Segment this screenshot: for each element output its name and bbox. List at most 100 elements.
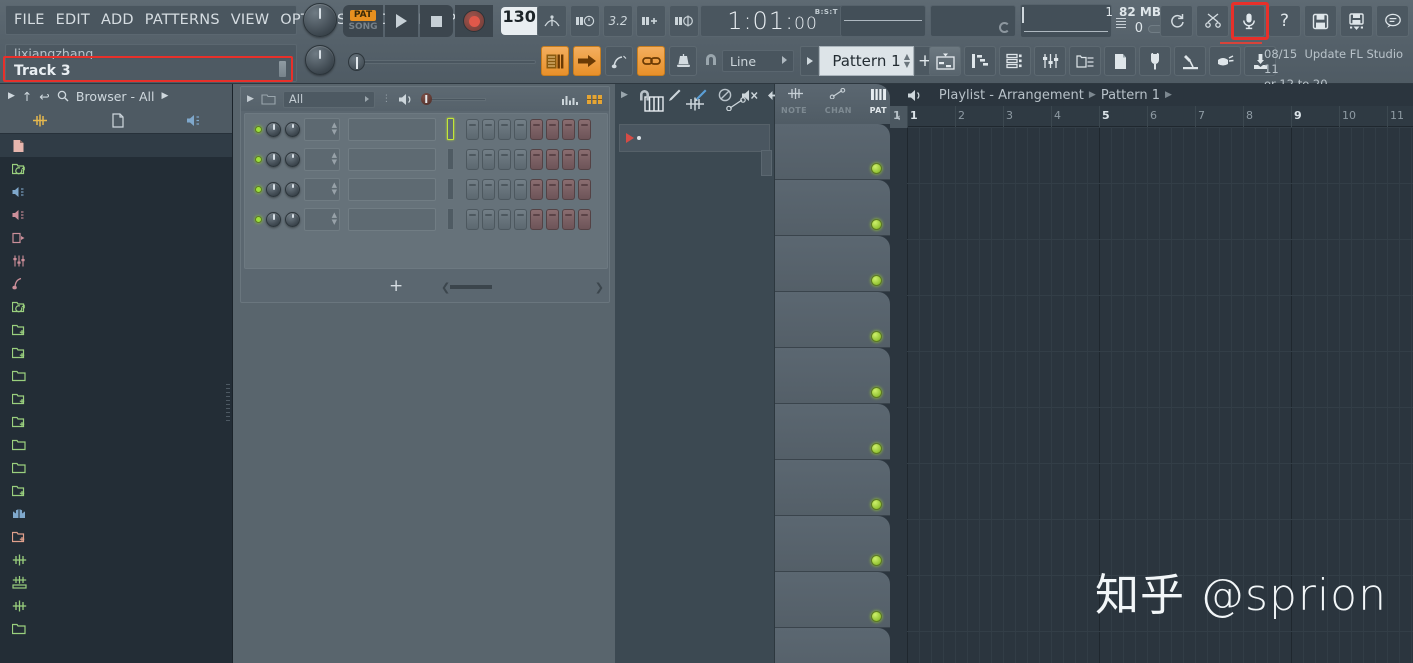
- note-mode-icon[interactable]: [787, 88, 804, 101]
- metronome-button[interactable]: [537, 5, 567, 37]
- channel-spinner-icon[interactable]: ▲ ▼: [332, 121, 337, 136]
- master-pitch-slider[interactable]: [346, 52, 536, 72]
- browser-menu-icon[interactable]: ▶: [162, 91, 169, 101]
- channel-spinner-icon[interactable]: ▲ ▼: [332, 211, 337, 226]
- scroll-left-icon[interactable]: ❮: [441, 281, 450, 294]
- menu-item-view[interactable]: VIEW: [231, 12, 270, 28]
- playlist-expand-icon[interactable]: ▶: [621, 90, 628, 100]
- picker-item[interactable]: [619, 124, 770, 152]
- browser-item-demo-projects[interactable]: [0, 341, 232, 364]
- menu-item-patterns[interactable]: PATTERNS: [145, 12, 220, 28]
- playlist-timeline-ruler[interactable]: 1 2 3 4 5 6 7 8 9 10 11: [907, 106, 1413, 127]
- step-button[interactable]: [530, 148, 543, 170]
- master-pitch-knob[interactable]: [303, 3, 337, 37]
- browser-scrollbar[interactable]: [226, 384, 230, 424]
- playlist-track-header[interactable]: [775, 460, 890, 516]
- step-button[interactable]: [578, 178, 591, 200]
- browser-item-list[interactable]: [0, 134, 232, 663]
- step-button[interactable]: [466, 148, 479, 170]
- save-button[interactable]: [1304, 5, 1337, 37]
- menu-item-edit[interactable]: EDIT: [56, 12, 90, 28]
- channel-led[interactable]: [255, 155, 262, 163]
- project-info-button[interactable]: [1104, 46, 1136, 76]
- playlist-magnet-icon[interactable]: [637, 88, 652, 102]
- browser-item-recent-files[interactable]: [0, 157, 232, 180]
- channel-select-bar[interactable]: [447, 148, 454, 170]
- pattern-spinner-icon[interactable]: ▲ ▼: [904, 53, 910, 69]
- browser-expand-icon[interactable]: ▶: [8, 91, 15, 101]
- hint-bubble-button[interactable]: [1376, 5, 1409, 37]
- channel-led[interactable]: [255, 125, 262, 133]
- step-button[interactable]: [482, 118, 495, 140]
- channel-name-button[interactable]: [348, 147, 436, 171]
- channel-pan-knob[interactable]: [266, 211, 281, 227]
- browser-item-impulses[interactable]: [0, 433, 232, 456]
- step-button[interactable]: [578, 148, 591, 170]
- browser-item-scores[interactable]: [0, 272, 232, 295]
- channel-number[interactable]: ▲ ▼: [304, 177, 340, 201]
- channel-number[interactable]: ▲ ▼: [304, 147, 340, 171]
- step-button[interactable]: [466, 208, 479, 230]
- step-button[interactable]: [546, 208, 559, 230]
- browser-item-sliced-audio[interactable]: [0, 594, 232, 617]
- chan-mode-icon[interactable]: [829, 88, 846, 101]
- playlist-window-button[interactable]: [929, 46, 961, 76]
- step-button[interactable]: [514, 178, 527, 200]
- step-button[interactable]: [562, 208, 575, 230]
- step-button[interactable]: [578, 118, 591, 140]
- pat-mode-icon[interactable]: [870, 88, 887, 101]
- step-arrow-button[interactable]: [573, 46, 601, 76]
- channel-select-bar[interactable]: [447, 178, 454, 200]
- step-button[interactable]: [498, 208, 511, 230]
- browser-item-backup[interactable]: [0, 295, 232, 318]
- playlist-track-header[interactable]: [775, 572, 890, 628]
- pattern-song-toggle[interactable]: PAT SONG: [343, 5, 383, 37]
- playlist-track-mode-tabs[interactable]: NOTE CHAN PAT: [775, 84, 890, 124]
- browser-item-misc[interactable]: [0, 456, 232, 479]
- track-mode-label-chan[interactable]: CHAN: [825, 106, 852, 115]
- playlist-track-header[interactable]: [775, 124, 890, 180]
- playlist-draw-icon[interactable]: [667, 88, 683, 103]
- track-enable-led[interactable]: [871, 219, 882, 230]
- slider-handle[interactable]: [348, 53, 365, 71]
- channel-volume-knob[interactable]: [285, 151, 300, 167]
- playlist-grid[interactable]: [907, 127, 1413, 663]
- menu-item-file[interactable]: FILE: [14, 12, 45, 28]
- track-enable-led[interactable]: [871, 331, 882, 342]
- slide-note-button[interactable]: [605, 46, 633, 76]
- plugin-picker-button[interactable]: [1139, 46, 1171, 76]
- channel-spinner-icon[interactable]: ▲ ▼: [332, 181, 337, 196]
- track-enable-led[interactable]: [871, 611, 882, 622]
- step-button[interactable]: [530, 208, 543, 230]
- step-button[interactable]: [498, 178, 511, 200]
- browser-item-my-projects[interactable]: [0, 479, 232, 502]
- channel-volume-knob[interactable]: [285, 211, 300, 227]
- snap-mode-dropdown[interactable]: Line: [722, 50, 794, 72]
- save-as-button[interactable]: [1340, 5, 1373, 37]
- browser-tab-samples-icon[interactable]: [30, 114, 50, 127]
- rack-mixer-icon[interactable]: [586, 94, 603, 105]
- browser-item-channel-presets[interactable]: [0, 226, 232, 249]
- project-title-field[interactable]: lixiangzhang Track 3: [5, 44, 297, 82]
- playlist-track-header[interactable]: [775, 404, 890, 460]
- channel-select-bar[interactable]: [447, 118, 454, 140]
- piano-roll-window-button[interactable]: [964, 46, 996, 76]
- rack-horizontal-scrollbar[interactable]: ❮ ❯: [441, 281, 604, 294]
- playlist-delete-icon[interactable]: [718, 88, 732, 102]
- channel-number[interactable]: ▲ ▼: [304, 207, 340, 231]
- time-display[interactable]: 1:01:00 B:S:T: [700, 5, 845, 37]
- channel-row[interactable]: ▲ ▼: [245, 144, 607, 174]
- step-count-button[interactable]: 3.2: [603, 5, 633, 37]
- rack-folder-icon[interactable]: [261, 93, 276, 105]
- browser-window-button[interactable]: [1069, 46, 1101, 76]
- browser-item-packs[interactable]: [0, 502, 232, 525]
- track-enable-led[interactable]: [871, 275, 882, 286]
- step-button[interactable]: [466, 118, 479, 140]
- play-button[interactable]: [385, 5, 418, 37]
- scroll-thumb[interactable]: [450, 285, 493, 289]
- channel-rack-toggle-button[interactable]: [541, 46, 569, 76]
- rack-expand-icon[interactable]: ▶: [247, 94, 254, 104]
- stop-button[interactable]: [420, 5, 453, 37]
- step-button[interactable]: [530, 118, 543, 140]
- channel-row[interactable]: ▲ ▼: [245, 174, 607, 204]
